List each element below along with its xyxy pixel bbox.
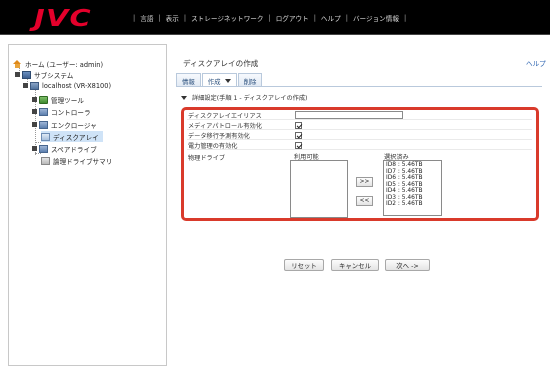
menu-separator: |: [158, 14, 161, 22]
tree-item-label: ディスクアレイ: [53, 133, 99, 142]
selected-drives-list[interactable]: ID8 : 5.46TB ID7 : 5.46TB ID6 : 5.46TB I…: [383, 160, 442, 216]
tree-item-home[interactable]: ホーム (ユーザー: admin): [13, 58, 103, 69]
expand-icon[interactable]: [32, 109, 37, 114]
tab-label: 作成: [207, 77, 221, 86]
tree-item-management-tools[interactable]: 管理ツール: [32, 94, 84, 105]
tree-item-enclosure[interactable]: エンクロージャ: [32, 119, 97, 130]
tab-label: 情報: [182, 77, 195, 86]
tree-item-label: エンクロージャ: [51, 121, 97, 130]
tree-item-logical-drive-summary[interactable]: 論理ドライブサマリ: [41, 155, 112, 166]
menu-help[interactable]: ヘルプ: [321, 13, 341, 23]
menu-logout[interactable]: ログアウト: [276, 13, 309, 23]
tree-item-label: 管理ツール: [51, 96, 84, 105]
next-button[interactable]: 次へ ->: [385, 259, 430, 271]
reset-button[interactable]: リセット: [284, 259, 324, 271]
predictive-migration-label: データ移行予測有効化: [188, 132, 250, 140]
disk-array-icon: [41, 132, 50, 141]
menu-separator: |: [345, 14, 348, 22]
tree-item-label: localhost (VR-X8100): [42, 81, 112, 90]
top-menu: | 言語 | 表示 | ストレージネットワーク | ログアウト | ヘルプ | …: [128, 13, 411, 23]
menu-storage-network[interactable]: ストレージネットワーク: [191, 13, 263, 23]
collapse-icon[interactable]: [23, 83, 28, 88]
move-left-button[interactable]: <<: [356, 196, 373, 206]
enclosure-icon: [39, 120, 48, 129]
settings-form-highlight: ディスクアレイエイリアス メディアパトロール有効化 データ移行予測有効化 電力管…: [181, 107, 539, 221]
tab-label: 削除: [243, 77, 257, 86]
collapse-icon[interactable]: [15, 72, 20, 77]
menu-separator: |: [183, 14, 187, 22]
tree-item-spare-drive[interactable]: スペアドライブ: [32, 143, 97, 154]
section-header[interactable]: 詳細設定(手順 1 - ディスクアレイの作成): [178, 92, 534, 103]
power-management-row: 電力管理の有効化: [187, 141, 532, 150]
move-right-button[interactable]: >>: [356, 177, 373, 187]
server-icon: [30, 81, 39, 90]
dropdown-arrow-icon[interactable]: [224, 79, 231, 83]
menu-view[interactable]: 表示: [166, 13, 179, 23]
tree-item-localhost[interactable]: localhost (VR-X8100): [23, 80, 111, 91]
tree-item-controller[interactable]: コントローラ: [32, 106, 91, 117]
menu-separator: |: [133, 14, 136, 22]
alias-row: ディスクアレイエイリアス: [187, 111, 532, 120]
tree-item-label: 論理ドライブサマリ: [53, 157, 113, 166]
available-drives-list[interactable]: [290, 160, 348, 218]
tree-item-label: コントローラ: [51, 108, 91, 117]
cancel-button[interactable]: キャンセル: [331, 259, 379, 271]
tab-info[interactable]: 情報: [176, 73, 201, 86]
media-patrol-row: メディアパトロール有効化: [187, 121, 532, 130]
help-link[interactable]: ヘルプ: [526, 58, 546, 68]
subsystem-icon: [22, 70, 31, 79]
predictive-migration-row: データ移行予測有効化: [187, 131, 532, 140]
menu-version-info[interactable]: バージョン情報: [353, 13, 399, 23]
expand-icon[interactable]: [32, 146, 37, 151]
tree-item-label: スペアドライブ: [51, 145, 97, 154]
controller-icon: [39, 107, 48, 116]
tree-item-subsystem[interactable]: サブシステム: [15, 69, 73, 80]
alias-input[interactable]: [295, 111, 403, 119]
menu-separator: |: [313, 14, 316, 22]
power-management-checkbox[interactable]: [295, 141, 302, 149]
menu-separator: |: [268, 14, 271, 22]
tree-item-label: ホーム (ユーザー: admin): [25, 60, 104, 69]
collapse-arrow-icon[interactable]: [181, 95, 187, 100]
tab-create[interactable]: 作成: [201, 73, 237, 86]
tools-icon: [39, 95, 48, 104]
home-icon: [13, 59, 22, 68]
section-title: 詳細設定(手順 1 - ディスクアレイの作成): [192, 95, 308, 102]
page-title: ディスクアレイの作成: [183, 59, 259, 68]
tab-bar: 情報 作成 削除: [176, 73, 263, 86]
power-management-label: 電力管理の有効化: [188, 142, 238, 150]
top-header: JVC | 言語 | 表示 | ストレージネットワーク | ログアウト | ヘル…: [0, 0, 550, 35]
predictive-migration-checkbox[interactable]: [295, 131, 302, 139]
tab-delete[interactable]: 削除: [237, 73, 263, 86]
media-patrol-checkbox[interactable]: [295, 121, 302, 129]
spare-drive-icon: [39, 144, 48, 153]
tree-item-label: サブシステム: [34, 71, 74, 80]
menu-language[interactable]: 言語: [140, 13, 153, 23]
jvc-logo: JVC: [34, 6, 92, 32]
navigation-tree: ホーム (ユーザー: admin) サブシステム localhost (VR-X…: [8, 44, 167, 366]
tab-divider: [176, 86, 542, 87]
list-item[interactable]: ID2 : 5.46TB: [386, 201, 439, 208]
media-patrol-label: メディアパトロール有効化: [188, 122, 262, 130]
menu-separator: |: [403, 14, 407, 22]
tree-item-disk-array[interactable]: ディスクアレイ: [41, 131, 103, 142]
expand-icon[interactable]: [32, 122, 37, 127]
logical-drive-icon: [41, 156, 50, 165]
physical-drives-label: 物理ドライブ: [188, 155, 226, 162]
alias-label: ディスクアレイエイリアス: [188, 112, 262, 120]
expand-icon[interactable]: [32, 97, 37, 102]
